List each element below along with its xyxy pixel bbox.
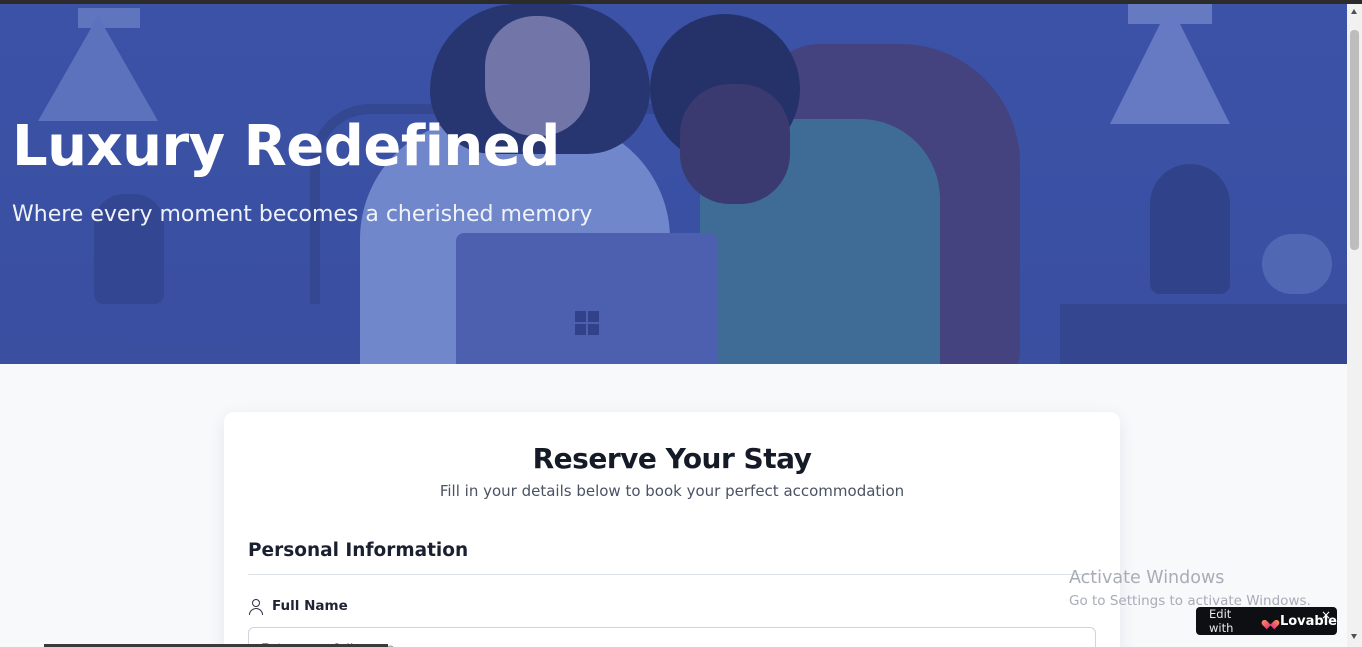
full-name-label: Full Name [248,598,348,615]
activate-windows-watermark: Activate Windows Go to Settings to activ… [1069,568,1311,609]
edit-with-text: Edit with [1209,607,1234,635]
personal-information-heading: Personal Information [248,540,469,561]
scrollbar-thumb[interactable] [1350,30,1359,250]
user-icon [248,598,264,615]
full-name-label-text: Full Name [272,598,348,614]
vertical-scrollbar[interactable] [1347,4,1362,647]
hero-subtitle: Where every moment becomes a cherished m… [12,202,593,227]
hero-color-overlay [0,4,1347,364]
hero-title: Luxury Redefined [12,114,560,179]
hero-banner: Luxury Redefined Where every moment beco… [0,4,1347,364]
edit-with-lovable-badge[interactable]: Edit with Lovable × [1196,607,1337,635]
scroll-up-arrow-icon[interactable] [1351,9,1357,14]
page-viewport[interactable]: Luxury Redefined Where every moment beco… [0,4,1347,647]
reservation-title: Reserve Your Stay [532,442,812,475]
section-divider [248,574,1096,575]
lovable-heart-icon [1265,616,1276,626]
reservation-subtitle: Fill in your details below to book your … [439,482,905,500]
reservation-card: Reserve Your Stay Fill in your details b… [224,412,1120,647]
activate-windows-title: Activate Windows [1069,568,1225,588]
scroll-down-arrow-icon[interactable] [1351,634,1357,639]
close-icon[interactable]: × [1321,608,1331,622]
